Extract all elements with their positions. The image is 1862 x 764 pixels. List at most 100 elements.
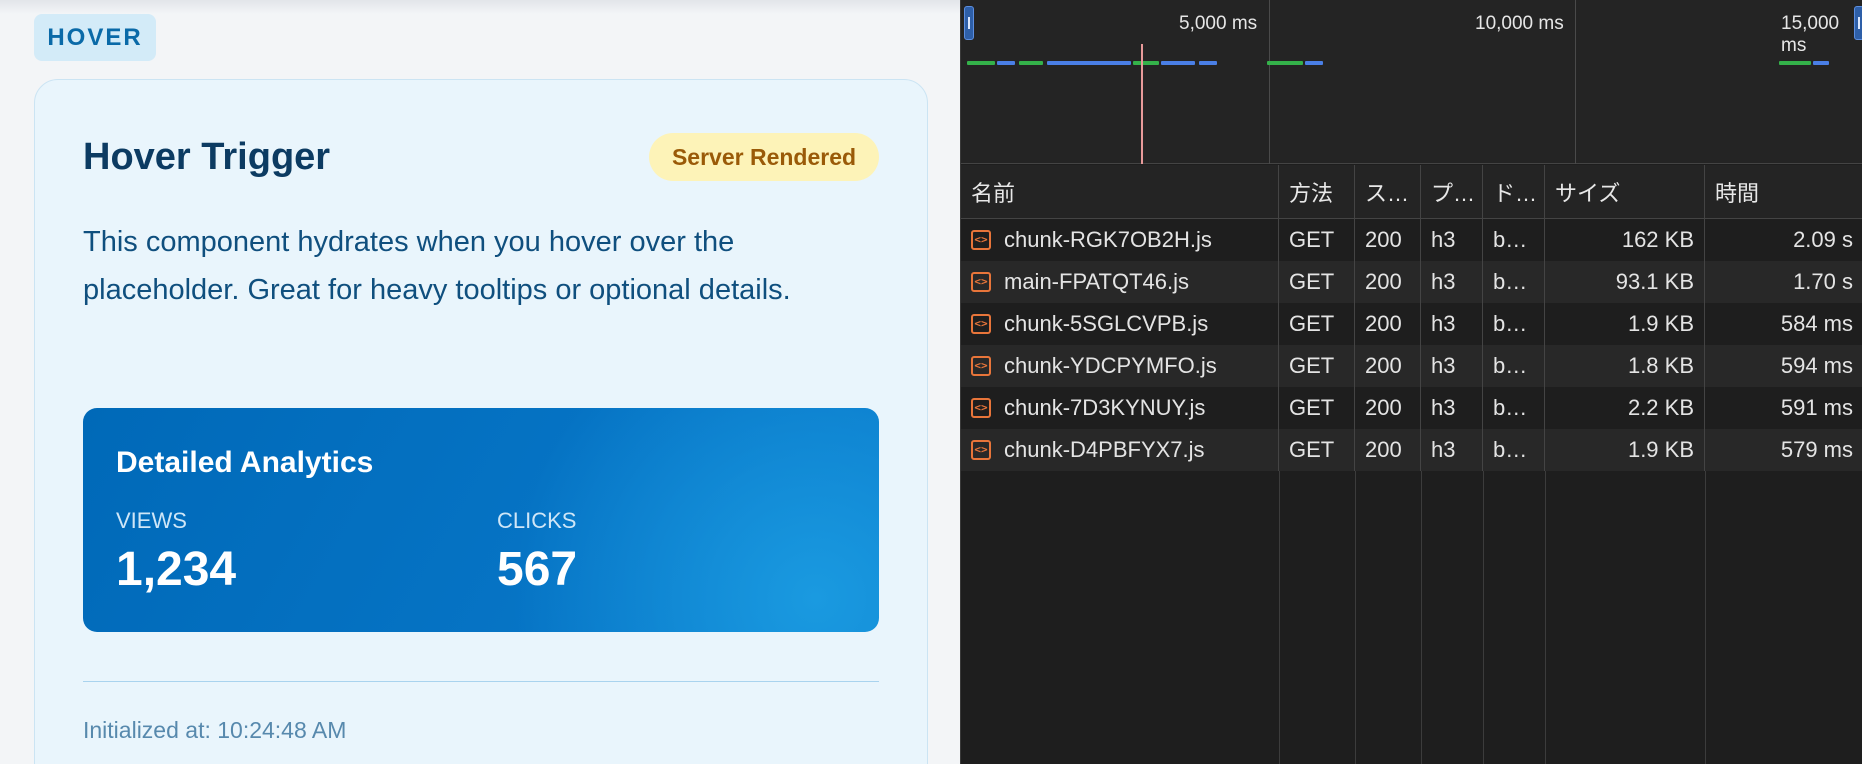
timeline-request-bar [1133, 61, 1159, 65]
cell-size: 1.9 KB [1545, 303, 1705, 345]
cell-size: 162 KB [1545, 219, 1705, 261]
cell-name: <> main-FPATQT46.js [961, 261, 1279, 303]
cell-text: 200 [1365, 395, 1402, 420]
cell-status: 200 [1355, 387, 1421, 429]
cell-time: 579 ms [1705, 429, 1862, 471]
views-label: VIEWS [116, 508, 187, 533]
cell-text: b… [1493, 311, 1528, 336]
column-header-size[interactable]: サイズ [1545, 165, 1705, 218]
card-title: Hover Trigger [83, 136, 331, 178]
cell-protocol: h3 [1421, 387, 1483, 429]
cell-text: 200 [1365, 311, 1402, 336]
timeline-request-bar [1779, 61, 1811, 65]
script-file-icon: <> [971, 230, 991, 250]
hover-trigger-card[interactable]: Hover Trigger Server Rendered This compo… [34, 79, 928, 764]
table-row[interactable]: <> chunk-RGK7OB2H.js GET 200 h3 b… 162 KB 2.09 … [961, 219, 1862, 261]
cell-method: GET [1279, 303, 1355, 345]
cell-text: main-FPATQT46.js [1004, 269, 1189, 294]
cell-name: <> chunk-7D3KYNUY.js [961, 387, 1279, 429]
views-metric: VIEWS 1,234 [116, 508, 236, 597]
cell-text: 579 ms [1780, 437, 1853, 462]
cell-protocol: h3 [1421, 219, 1483, 261]
cell-text: GET [1289, 437, 1335, 462]
cell-text: 591 ms [1780, 395, 1853, 420]
cell-time: 1.70 s [1705, 261, 1862, 303]
script-file-icon: <> [971, 440, 991, 460]
cell-text: 200 [1365, 227, 1402, 252]
script-file-icon: <> [971, 314, 991, 334]
cell-text: b… [1493, 269, 1528, 294]
cell-text: h3 [1431, 311, 1456, 336]
table-row[interactable]: <> chunk-D4PBFYX7.js GET 200 h3 b… 1.9 KB 579 m… [961, 429, 1862, 471]
cell-protocol: h3 [1421, 303, 1483, 345]
timeline-request-bar [1199, 61, 1217, 65]
cell-protocol: h3 [1421, 261, 1483, 303]
cell-text: GET [1289, 395, 1335, 420]
cell-status: 200 [1355, 303, 1421, 345]
cell-text: 2.09 s [1793, 227, 1853, 252]
timeline-left-handle[interactable] [964, 6, 974, 40]
analytics-title: Detailed Analytics [116, 446, 374, 479]
views-value: 1,234 [116, 543, 237, 596]
network-request-table: 名前 方法 ス… プ… ド… サイズ 時間 <> chunk-RGK7OB2H.j… [961, 165, 1862, 471]
table-row[interactable]: <> chunk-YDCPYMFO.js GET 200 h3 b… 1.8 KB 594 m… [961, 345, 1862, 387]
cell-name: <> chunk-D4PBFYX7.js [961, 429, 1279, 471]
network-timeline-overview[interactable]: 5,000 ms 10,000 ms 15,000 ms [961, 0, 1862, 164]
cell-text: h3 [1431, 227, 1456, 252]
table-header-row: 名前 方法 ス… プ… ド… サイズ 時間 [961, 165, 1862, 219]
column-header-method[interactable]: 方法 [1279, 165, 1355, 218]
table-row[interactable]: <> main-FPATQT46.js GET 200 h3 b… 93.1 KB 1.70 … [961, 261, 1862, 303]
cell-text: 1.70 s [1793, 269, 1853, 294]
cell-text: chunk-D4PBFYX7.js [1004, 437, 1205, 462]
analytics-panel[interactable]: Detailed Analytics VIEWS 1,234 CLICKS 56… [83, 408, 879, 632]
timeline-request-bar [1019, 61, 1043, 65]
cell-size: 1.9 KB [1545, 429, 1705, 471]
cell-text: b… [1493, 227, 1528, 252]
cell-text: h3 [1431, 395, 1456, 420]
column-header-protocol[interactable]: プ… [1421, 165, 1483, 218]
cell-text: b… [1493, 395, 1528, 420]
script-file-icon: <> [971, 356, 991, 376]
devtools-network-panel: 5,000 ms 10,000 ms 15,000 ms 名前 方法 ス… プ…… [960, 0, 1862, 764]
clicks-metric: CLICKS 567 [497, 508, 577, 597]
timeline-request-bar [1813, 61, 1829, 65]
cell-domain: b… [1483, 387, 1545, 429]
timeline-request-bar [967, 61, 995, 65]
cell-text: 200 [1365, 269, 1402, 294]
cell-method: GET [1279, 387, 1355, 429]
timeline-gridline [1269, 0, 1270, 164]
timeline-load-marker [1141, 44, 1143, 164]
cell-name: <> chunk-5SGLCVPB.js [961, 303, 1279, 345]
timeline-request-bar [1161, 61, 1195, 65]
timeline-label-10000: 10,000 ms [1475, 13, 1564, 34]
cell-domain: b… [1483, 303, 1545, 345]
column-header-name[interactable]: 名前 [961, 165, 1279, 218]
cell-method: GET [1279, 219, 1355, 261]
cell-time: 2.09 s [1705, 219, 1862, 261]
cell-name: <> chunk-RGK7OB2H.js [961, 219, 1279, 261]
table-row[interactable]: <> chunk-7D3KYNUY.js GET 200 h3 b… 2.2 KB 591 m… [961, 387, 1862, 429]
clicks-value: 567 [497, 543, 578, 596]
cell-text: 2.2 KB [1627, 395, 1694, 420]
table-body: <> chunk-RGK7OB2H.js GET 200 h3 b… 162 KB 2.09 … [961, 219, 1862, 471]
cell-text: GET [1289, 227, 1335, 252]
cell-text: b… [1493, 353, 1528, 378]
timeline-request-bar [997, 61, 1015, 65]
column-header-status[interactable]: ス… [1355, 165, 1421, 218]
cell-text: h3 [1431, 269, 1456, 294]
table-row[interactable]: <> chunk-5SGLCVPB.js GET 200 h3 b… 1.9 KB 584 m… [961, 303, 1862, 345]
cell-text: 93.1 KB [1615, 269, 1694, 294]
app-pane: HOVER Hover Trigger Server Rendered This… [0, 0, 960, 764]
cell-text: 594 ms [1780, 353, 1853, 378]
cell-text: chunk-7D3KYNUY.js [1004, 395, 1206, 420]
cell-text: h3 [1431, 437, 1456, 462]
cell-text: 1.8 KB [1627, 353, 1694, 378]
column-header-domain[interactable]: ド… [1483, 165, 1545, 218]
cell-method: GET [1279, 345, 1355, 387]
cell-size: 93.1 KB [1545, 261, 1705, 303]
column-header-time[interactable]: 時間 [1705, 165, 1862, 218]
cell-text: chunk-RGK7OB2H.js [1004, 227, 1212, 252]
cell-domain: b… [1483, 261, 1545, 303]
hover-tag: HOVER [34, 14, 156, 61]
cell-time: 584 ms [1705, 303, 1862, 345]
